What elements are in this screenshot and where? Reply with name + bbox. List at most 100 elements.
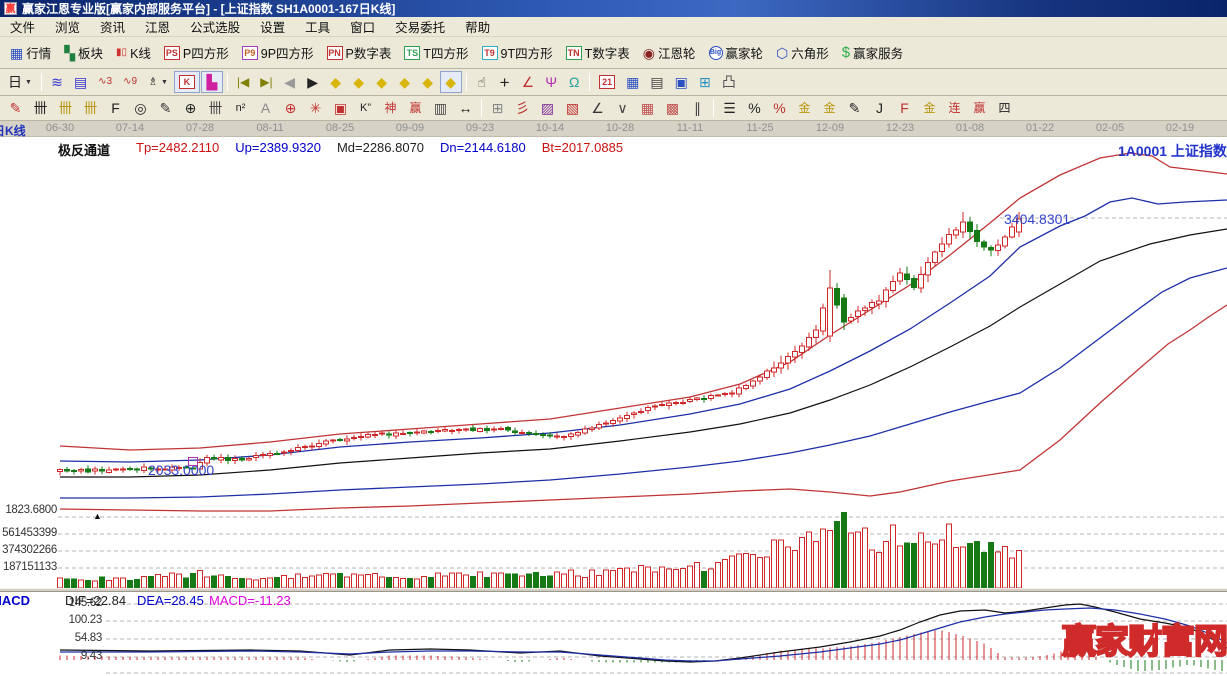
menu-help[interactable]: 帮助 [455, 15, 500, 38]
note-button[interactable]: ▤ [69, 71, 92, 93]
gann-grid-gold-tool[interactable]: 卌 [53, 98, 78, 118]
gold-circle-tool[interactable]: 金 [792, 98, 817, 118]
toolbar-separator [713, 99, 714, 117]
time-ruler-tool[interactable]: 卌 [203, 98, 228, 118]
v-line-tool[interactable]: ∨ [610, 98, 635, 118]
p-number-table-button[interactable]: PNP数字表 [322, 42, 397, 64]
t-number-table-button[interactable]: TNT数字表 [561, 42, 635, 64]
gold-angle-tool[interactable]: 金 [917, 98, 942, 118]
slant-lines-tool[interactable]: ∥ [685, 98, 710, 118]
fibo-grid-tool[interactable]: F [103, 98, 128, 118]
menu-news[interactable]: 资讯 [90, 15, 135, 38]
nine-p-square-button[interactable]: P99P四方形 [237, 42, 319, 64]
kline-mark-tool[interactable]: K” [353, 98, 378, 118]
nine-t-square-button[interactable]: T99T四方形 [477, 42, 558, 64]
menu-browse[interactable]: 浏览 [45, 15, 90, 38]
f-angle-tool[interactable]: F [892, 98, 917, 118]
report-button[interactable]: ▤ [645, 71, 668, 93]
percent-tool[interactable]: % [742, 98, 767, 118]
ying-angle-tool[interactable]: 赢 [967, 98, 992, 118]
shen-tool[interactable]: 神 [378, 98, 403, 118]
j-angle-tool[interactable]: J [867, 98, 892, 118]
price-scale-tool[interactable]: ☰ [717, 98, 742, 118]
lian-angle-tool[interactable]: 连 [942, 98, 967, 118]
gann-box2-tool[interactable]: ▧ [560, 98, 585, 118]
angle-measure-button[interactable]: ∠ [517, 71, 540, 93]
menu-tools[interactable]: 工具 [295, 15, 340, 38]
n-square-tool[interactable]: n² [228, 98, 253, 118]
calendar-button[interactable]: 21 [594, 71, 620, 93]
box-grid-tool[interactable]: ▣ [328, 98, 353, 118]
menu-file[interactable]: 文件 [0, 15, 45, 38]
ray-fan-tool[interactable]: 彡 [510, 98, 535, 118]
winner-service-button[interactable]: $赢家服务 [837, 42, 908, 64]
color-volume-button[interactable]: ▙ [201, 71, 223, 93]
single-candle-button-caret[interactable]: ▼ [161, 79, 168, 86]
next-button[interactable]: ▶ [302, 71, 324, 93]
gann-grid-tool[interactable]: 卌 [28, 98, 53, 118]
percent-line-tool[interactable]: % [767, 98, 792, 118]
si-angle-tool[interactable]: 四 [992, 98, 1017, 118]
single-candle-button[interactable]: ♗▼ [143, 71, 173, 93]
grid-red-tool[interactable]: ▦ [635, 98, 660, 118]
sector-button[interactable]: ▚板块 [59, 42, 108, 64]
diamond-down-button[interactable]: ◆ [394, 71, 416, 93]
panel-separator[interactable] [0, 588, 1227, 592]
channel-up-value: Up=2389.9320 [235, 140, 321, 159]
diamond-right-button[interactable]: ◆ [348, 71, 370, 93]
menu-window[interactable]: 窗口 [340, 15, 385, 38]
kline-button[interactable]: ▮▯K线 [111, 42, 156, 64]
pattern-button[interactable]: Ω [563, 71, 585, 93]
hexagon-button[interactable]: ⬡六角形 [771, 42, 834, 64]
gann-circle-tool[interactable]: ⊕ [178, 98, 203, 118]
pan-hand-button[interactable]: ☝ [471, 71, 493, 93]
prev-button[interactable]: ◀ [279, 71, 301, 93]
gann-wheel-button[interactable]: ◉江恩轮 [638, 42, 701, 64]
gold-circle-tool-icon: 金 [798, 102, 810, 114]
last-page-button[interactable]: ▶| [255, 71, 277, 93]
kline-style-button[interactable]: K [174, 71, 200, 93]
kline-period-button-caret[interactable]: ▼ [25, 79, 32, 86]
spiral-tool[interactable]: ◎ [128, 98, 153, 118]
draw-pen2-tool[interactable]: ✎ [153, 98, 178, 118]
calculator-button[interactable]: ▦ [621, 71, 644, 93]
gold-line-tool[interactable]: 金 [817, 98, 842, 118]
rect-tool[interactable]: ⊞ [485, 98, 510, 118]
menu-trade[interactable]: 交易委托 [385, 15, 455, 38]
brush-tool[interactable]: ✎ [842, 98, 867, 118]
fibo-grid-tool-icon: F [111, 101, 120, 115]
wave3-button[interactable]: ∿3 [93, 71, 117, 93]
winner-wheel-button[interactable]: Big赢家轮 [704, 42, 769, 64]
grid-red2-tool[interactable]: ▩ [660, 98, 685, 118]
kline-period-button[interactable]: 日▼ [3, 71, 37, 93]
chart-area[interactable]: 极反通道 Tp=2482.2110 Up=2389.9320 Md=2286.8… [0, 137, 1227, 676]
wave-overlay-button[interactable]: ≋ [46, 71, 68, 93]
network-button[interactable]: ⊞ [694, 71, 716, 93]
p-square-button[interactable]: PSP四方形 [159, 42, 234, 64]
gann-tools-button[interactable]: Ψ [540, 71, 562, 93]
save-button[interactable]: ▣ [670, 71, 693, 93]
diamond-fit-button[interactable]: ◆ [440, 71, 462, 93]
diamond-expand-button[interactable]: ◆ [417, 71, 439, 93]
menu-settings[interactable]: 设置 [250, 15, 295, 38]
diamond-up-button[interactable]: ◆ [371, 71, 393, 93]
a-wave-tool[interactable]: A [253, 98, 278, 118]
circle-target-tool[interactable]: ⊕ [278, 98, 303, 118]
ying-grid-tool[interactable]: 赢 [403, 98, 428, 118]
width-measure-tool[interactable]: ↔ [453, 98, 478, 118]
draw-pen-tool[interactable]: ✎ [3, 98, 28, 118]
first-page-button[interactable]: |◀ [232, 71, 254, 93]
menu-formula-select[interactable]: 公式选股 [180, 15, 250, 38]
menu-gann[interactable]: 江恩 [135, 15, 180, 38]
diamond-left-button[interactable]: ◆ [325, 71, 347, 93]
print-button[interactable]: 凸 [717, 71, 741, 93]
crosshair-button[interactable]: + [494, 71, 516, 93]
gann-grid-gold2-tool[interactable]: 卌 [78, 98, 103, 118]
radar-point-tool[interactable]: ✳ [303, 98, 328, 118]
angle-ray-tool[interactable]: ∠ [585, 98, 610, 118]
quote-button[interactable]: ▦行情 [5, 42, 56, 64]
gann-box-tool[interactable]: ▨ [535, 98, 560, 118]
t-square-button[interactable]: TST四方形 [399, 42, 473, 64]
ruler-tool[interactable]: ▥ [428, 98, 453, 118]
wave9-button[interactable]: ∿9 [118, 71, 142, 93]
